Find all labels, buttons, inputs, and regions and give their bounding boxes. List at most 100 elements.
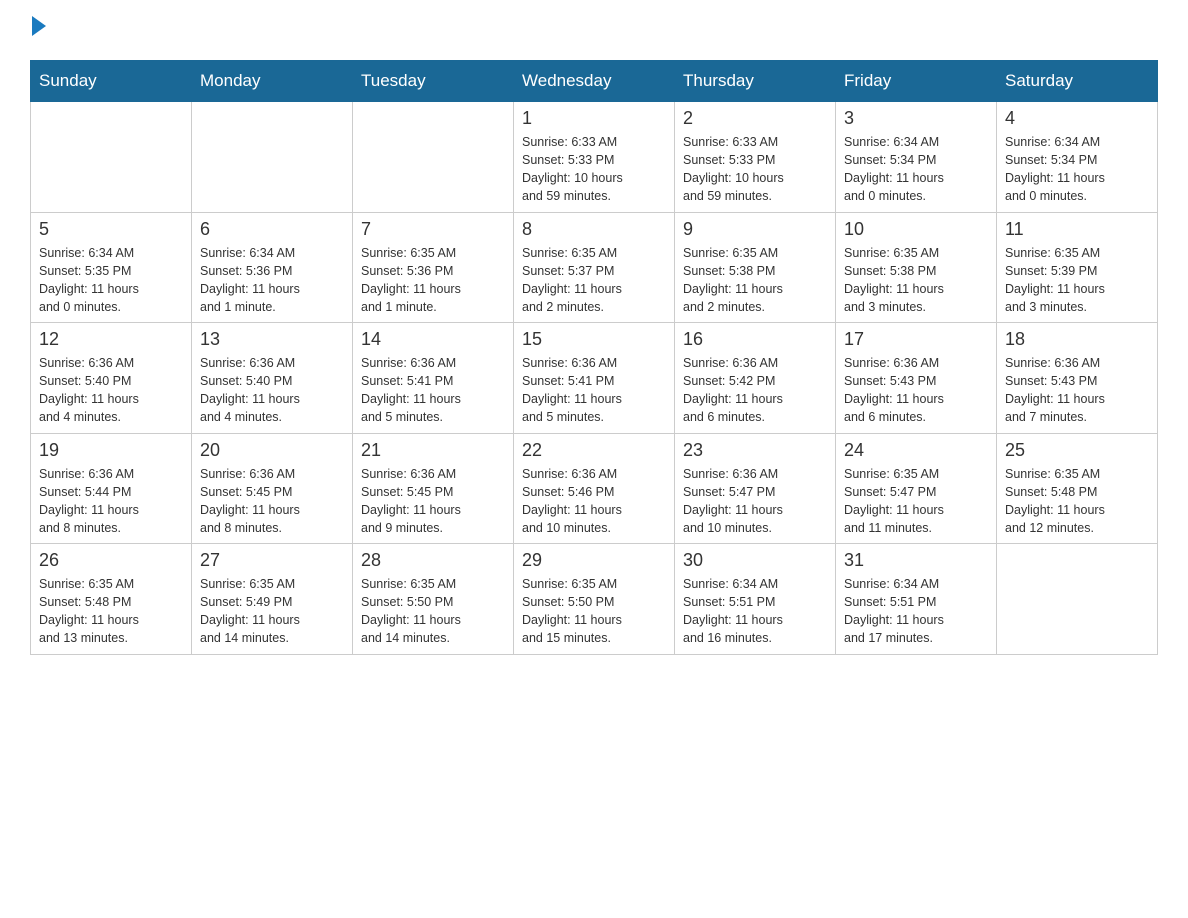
weekday-header-row: SundayMondayTuesdayWednesdayThursdayFrid… xyxy=(31,61,1158,102)
calendar-cell: 27Sunrise: 6:35 AMSunset: 5:49 PMDayligh… xyxy=(192,544,353,655)
cell-info: Sunrise: 6:35 AMSunset: 5:39 PMDaylight:… xyxy=(1005,244,1149,317)
calendar-week-row: 5 Sunrise: 6:34 AMSunset: 5:35 PMDaylight… xyxy=(31,212,1158,323)
calendar-cell: 7Sunrise: 6:35 AMSunset: 5:36 PMDaylight… xyxy=(353,212,514,323)
day-number: 25 xyxy=(1005,440,1149,461)
cell-info: Sunrise: 6:36 AMSunset: 5:40 PMDaylight:… xyxy=(200,354,344,427)
calendar-cell: 23Sunrise: 6:36 AMSunset: 5:47 PMDayligh… xyxy=(675,433,836,544)
calendar-cell: 19 Sunrise: 6:36 AMSunset: 5:44 PMDayligh… xyxy=(31,433,192,544)
calendar-cell: 18 Sunrise: 6:36 AMSunset: 5:43 PMDayligh… xyxy=(997,323,1158,434)
weekday-header-tuesday: Tuesday xyxy=(353,61,514,102)
calendar-cell: 29 Sunrise: 6:35 AMSunset: 5:50 PMDayligh… xyxy=(514,544,675,655)
calendar-cell: 14 Sunrise: 6:36 AMSunset: 5:41 PMDayligh… xyxy=(353,323,514,434)
cell-info: Sunrise: 6:34 AMSunset: 5:36 PMDaylight:… xyxy=(200,244,344,317)
cell-info: Sunrise: 6:36 AMSunset: 5:41 PMDaylight:… xyxy=(361,354,505,427)
day-number: 11 xyxy=(1005,219,1149,240)
day-number: 21 xyxy=(361,440,505,461)
calendar-cell: 20 Sunrise: 6:36 AMSunset: 5:45 PMDayligh… xyxy=(192,433,353,544)
calendar-cell: 3 Sunrise: 6:34 AMSunset: 5:34 PMDaylight… xyxy=(836,102,997,213)
day-number: 23 xyxy=(683,440,827,461)
cell-info: Sunrise: 6:34 AMSunset: 5:51 PMDaylight:… xyxy=(683,575,827,648)
day-number: 8 xyxy=(522,219,666,240)
day-number: 5 xyxy=(39,219,183,240)
cell-info: Sunrise: 6:36 AMSunset: 5:44 PMDaylight:… xyxy=(39,465,183,538)
cell-info: Sunrise: 6:35 AMSunset: 5:47 PMDaylight:… xyxy=(844,465,988,538)
calendar-cell: 17 Sunrise: 6:36 AMSunset: 5:43 PMDayligh… xyxy=(836,323,997,434)
cell-info: Sunrise: 6:34 AMSunset: 5:35 PMDaylight:… xyxy=(39,244,183,317)
page-header xyxy=(30,20,1158,40)
day-number: 14 xyxy=(361,329,505,350)
calendar-cell: 28 Sunrise: 6:35 AMSunset: 5:50 PMDayligh… xyxy=(353,544,514,655)
day-number: 28 xyxy=(361,550,505,571)
cell-info: Sunrise: 6:36 AMSunset: 5:41 PMDaylight:… xyxy=(522,354,666,427)
day-number: 10 xyxy=(844,219,988,240)
day-number: 18 xyxy=(1005,329,1149,350)
day-number: 15 xyxy=(522,329,666,350)
calendar-cell: 26 Sunrise: 6:35 AMSunset: 5:48 PMDayligh… xyxy=(31,544,192,655)
day-number: 20 xyxy=(200,440,344,461)
calendar-cell: 10Sunrise: 6:35 AMSunset: 5:38 PMDayligh… xyxy=(836,212,997,323)
calendar-cell: 9Sunrise: 6:35 AMSunset: 5:38 PMDaylight… xyxy=(675,212,836,323)
calendar-week-row: 12 Sunrise: 6:36 AMSunset: 5:40 PMDayligh… xyxy=(31,323,1158,434)
cell-info: Sunrise: 6:33 AMSunset: 5:33 PMDaylight:… xyxy=(522,133,666,206)
cell-info: Sunrise: 6:34 AMSunset: 5:51 PMDaylight:… xyxy=(844,575,988,648)
day-number: 24 xyxy=(844,440,988,461)
day-number: 2 xyxy=(683,108,827,129)
weekday-header-wednesday: Wednesday xyxy=(514,61,675,102)
logo-arrow-icon xyxy=(32,16,46,36)
cell-info: Sunrise: 6:35 AMSunset: 5:50 PMDaylight:… xyxy=(522,575,666,648)
calendar-cell: 4 Sunrise: 6:34 AMSunset: 5:34 PMDaylight… xyxy=(997,102,1158,213)
day-number: 13 xyxy=(200,329,344,350)
day-number: 26 xyxy=(39,550,183,571)
cell-info: Sunrise: 6:36 AMSunset: 5:45 PMDaylight:… xyxy=(200,465,344,538)
calendar-cell: 30 Sunrise: 6:34 AMSunset: 5:51 PMDayligh… xyxy=(675,544,836,655)
calendar-cell: 1 Sunrise: 6:33 AMSunset: 5:33 PMDaylight… xyxy=(514,102,675,213)
calendar-cell: 11 Sunrise: 6:35 AMSunset: 5:39 PMDayligh… xyxy=(997,212,1158,323)
calendar-cell xyxy=(997,544,1158,655)
cell-info: Sunrise: 6:36 AMSunset: 5:43 PMDaylight:… xyxy=(844,354,988,427)
day-number: 19 xyxy=(39,440,183,461)
calendar-cell: 5 Sunrise: 6:34 AMSunset: 5:35 PMDaylight… xyxy=(31,212,192,323)
logo-general-text xyxy=(30,20,46,40)
day-number: 31 xyxy=(844,550,988,571)
cell-info: Sunrise: 6:36 AMSunset: 5:45 PMDaylight:… xyxy=(361,465,505,538)
day-number: 22 xyxy=(522,440,666,461)
cell-info: Sunrise: 6:36 AMSunset: 5:43 PMDaylight:… xyxy=(1005,354,1149,427)
calendar-week-row: 26 Sunrise: 6:35 AMSunset: 5:48 PMDayligh… xyxy=(31,544,1158,655)
day-number: 6 xyxy=(200,219,344,240)
calendar-table: SundayMondayTuesdayWednesdayThursdayFrid… xyxy=(30,60,1158,655)
calendar-cell: 21 Sunrise: 6:36 AMSunset: 5:45 PMDayligh… xyxy=(353,433,514,544)
calendar-cell: 6 Sunrise: 6:34 AMSunset: 5:36 PMDaylight… xyxy=(192,212,353,323)
calendar-cell xyxy=(192,102,353,213)
cell-info: Sunrise: 6:36 AMSunset: 5:42 PMDaylight:… xyxy=(683,354,827,427)
calendar-cell xyxy=(353,102,514,213)
calendar-cell xyxy=(31,102,192,213)
logo xyxy=(30,20,46,40)
day-number: 29 xyxy=(522,550,666,571)
calendar-cell: 22Sunrise: 6:36 AMSunset: 5:46 PMDayligh… xyxy=(514,433,675,544)
calendar-cell: 15 Sunrise: 6:36 AMSunset: 5:41 PMDayligh… xyxy=(514,323,675,434)
day-number: 3 xyxy=(844,108,988,129)
cell-info: Sunrise: 6:35 AMSunset: 5:48 PMDaylight:… xyxy=(1005,465,1149,538)
weekday-header-sunday: Sunday xyxy=(31,61,192,102)
cell-info: Sunrise: 6:36 AMSunset: 5:40 PMDaylight:… xyxy=(39,354,183,427)
calendar-cell: 13 Sunrise: 6:36 AMSunset: 5:40 PMDayligh… xyxy=(192,323,353,434)
day-number: 4 xyxy=(1005,108,1149,129)
calendar-cell: 16 Sunrise: 6:36 AMSunset: 5:42 PMDayligh… xyxy=(675,323,836,434)
day-number: 1 xyxy=(522,108,666,129)
day-number: 27 xyxy=(200,550,344,571)
day-number: 30 xyxy=(683,550,827,571)
day-number: 12 xyxy=(39,329,183,350)
cell-info: Sunrise: 6:35 AMSunset: 5:36 PMDaylight:… xyxy=(361,244,505,317)
weekday-header-saturday: Saturday xyxy=(997,61,1158,102)
day-number: 16 xyxy=(683,329,827,350)
calendar-cell: 12 Sunrise: 6:36 AMSunset: 5:40 PMDayligh… xyxy=(31,323,192,434)
calendar-cell: 24 Sunrise: 6:35 AMSunset: 5:47 PMDayligh… xyxy=(836,433,997,544)
cell-info: Sunrise: 6:35 AMSunset: 5:48 PMDaylight:… xyxy=(39,575,183,648)
cell-info: Sunrise: 6:34 AMSunset: 5:34 PMDaylight:… xyxy=(1005,133,1149,206)
calendar-week-row: 19 Sunrise: 6:36 AMSunset: 5:44 PMDayligh… xyxy=(31,433,1158,544)
day-number: 17 xyxy=(844,329,988,350)
weekday-header-thursday: Thursday xyxy=(675,61,836,102)
cell-info: Sunrise: 6:35 AMSunset: 5:50 PMDaylight:… xyxy=(361,575,505,648)
cell-info: Sunrise: 6:34 AMSunset: 5:34 PMDaylight:… xyxy=(844,133,988,206)
cell-info: Sunrise: 6:33 AMSunset: 5:33 PMDaylight:… xyxy=(683,133,827,206)
